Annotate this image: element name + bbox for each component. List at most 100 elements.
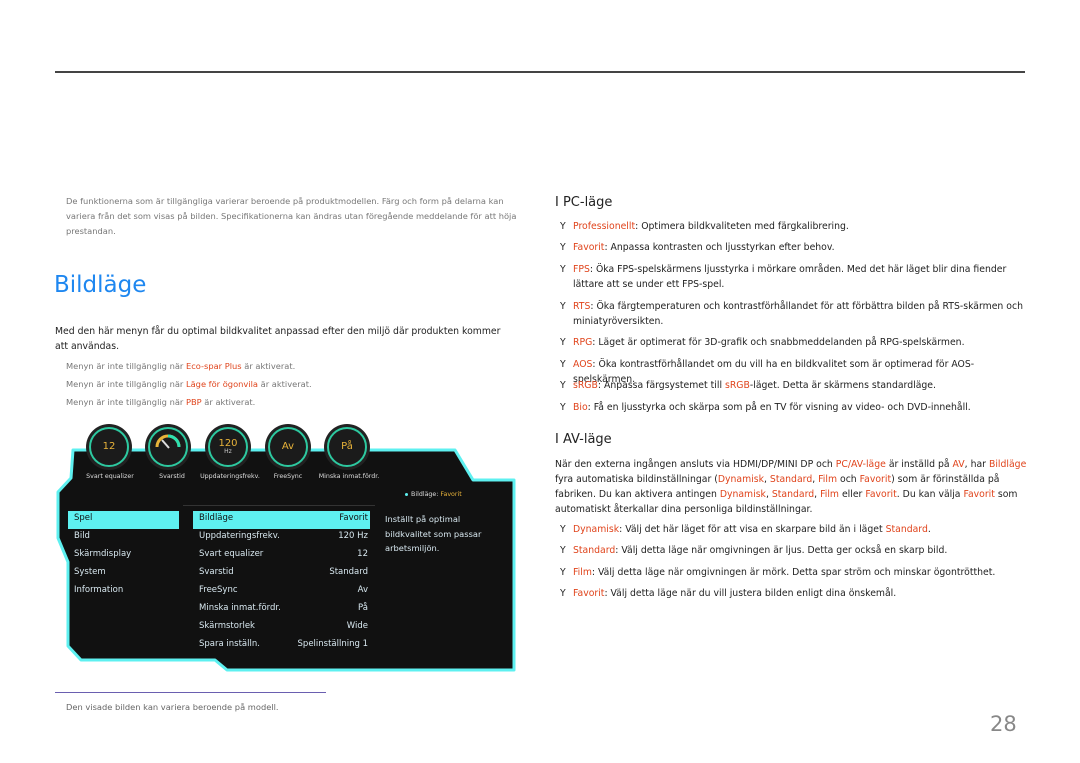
osd-setting-row: Skärmstorlek Wide [193,619,370,637]
status-value: Favorit [440,491,462,498]
text-segment: : Välj det här läget för att visa en ska… [619,524,886,535]
text-segment: : Öka FPS-spelskärmens ljusstyrka i mörk… [573,264,1007,290]
osd-menu-item-information: Information [74,585,124,595]
text-segment: Menyn är inte tillgänglig när [66,379,186,389]
note: Menyn är inte tillgänglig när PBP är akt… [66,395,312,413]
osd-setting-row: Spara inställn. Spelinställning 1 [193,637,370,655]
highlight-term: AV [952,459,965,470]
osd-settings-list: Bildläge Favorit Uppdateringsfrekv. 120 Hz S… [193,511,370,655]
list-item: Y RTS: Öka färgtemperaturen och kontrastf… [560,299,1030,329]
highlight-term: Eco-spar Plus [185,361,242,371]
highlight-term: Bildläge [988,459,1027,470]
text-segment: : Få en ljusstyrka och skärpa som på en … [587,402,971,413]
text-segment: : Välj detta läge när omgivningen är lju… [615,545,948,556]
setting-value: Favorit [339,513,368,523]
bullet-icon: Y [560,301,566,312]
osd-left-menu: Spel Bild Skärmdisplay System Informatio… [68,511,179,601]
osd-status: Bildläge: Favorit [405,491,462,498]
list-item: Y Favorit: Anpassa kontrasten och ljussty… [560,240,1030,255]
list-item-text: Bio: Få en ljusstyrka och skärpa som på … [573,400,1030,415]
gauge-freesync: Av [268,427,308,467]
setting-value: Standard [329,567,368,577]
highlight-term: FPS [573,264,590,275]
list-item: Y Dynamisk: Välj det här läget för att vi… [560,522,1030,537]
list-item: Y Standard: Välj detta läge när omgivning… [560,543,1030,558]
highlight-term: Läge för ögonvila [185,379,259,389]
text-segment: : Anpassa kontrasten och ljusstyrkan eft… [604,242,835,253]
text-segment: . Du kan välja [896,489,964,500]
gauge-svarstid [148,427,188,467]
text-segment: . [927,524,931,535]
highlight-term: Standard [771,489,815,500]
pc-mode-heading: I PC-läge [555,195,613,210]
setting-value: 12 [357,549,368,559]
av-mode-paragraph: När den externa ingången ansluts via HDM… [555,457,1030,517]
bullet-icon: Y [560,545,566,556]
list-item-text: Favorit: Anpassa kontrasten och ljusstyr… [573,240,1030,255]
intro-text: Med den här menyn får du optimal bildkva… [55,326,501,352]
bullet-icon: Y [560,221,566,232]
setting-label: Svarstid [199,567,234,577]
bullet-icon: Y [560,588,566,599]
highlight-term: sRGB [573,380,598,391]
osd-setting-row: Minska inmat.fördr. På [193,601,370,619]
list-item: Y RPG: Läget är optimerat för 3D-grafik o… [560,335,1030,350]
list-item-text: Dynamisk: Välj det här läget för att vis… [573,522,1030,537]
list-item-text: Standard: Välj detta läge när omgivninge… [573,543,1030,558]
setting-label: Svart equalizer [199,549,264,559]
text-segment: : Läget är optimerat för 3D-grafik och s… [592,337,965,348]
gauge-value: Av [281,441,295,452]
highlight-term: RTS [573,301,591,312]
list-item: Y Favorit: Välj detta läge när du vill ju… [560,586,1030,601]
highlight-term: Favorit [573,242,605,253]
text-segment: : Öka färgtemperaturen och kontrastförhå… [573,301,1023,327]
osd-menu-item-spel: Spel [68,511,179,529]
osd-menu-item-bild: Bild [74,531,90,541]
gauge-value: 12 [102,441,116,452]
osd-setting-row: Bildläge Favorit [193,511,370,529]
list-item-text: RTS: Öka färgtemperaturen och kontrastfö… [573,299,1030,329]
highlight-term: Professionellt [573,221,636,232]
text-segment: Menyn är inte tillgänglig när [66,397,186,407]
setting-value: Wide [346,621,368,631]
top-rule [55,71,1025,73]
text-segment: -läget. Detta är skärmens standardläge. [749,380,936,391]
bullet-icon: Y [560,524,566,535]
highlight-term: Bio [573,402,588,413]
list-item: Y Professionellt: Optimera bildkvaliteten… [560,219,1030,234]
gauge-value: På [341,441,353,452]
gauge-label: Svart equalizer [86,473,134,480]
list-item-text: sRGB: Anpassa färgsystemet till sRGB-läg… [573,378,1030,393]
highlight-term: Standard [573,545,616,556]
speed-dial-icon [155,434,181,449]
list-item: Y Bio: Få en ljusstyrka och skärpa som på… [560,400,1030,415]
setting-value: Spelinställning 1 [297,639,368,649]
setting-value: På [358,603,368,613]
status-dot-icon [405,492,408,496]
highlight-term: sRGB [724,380,750,391]
bullet-icon: Y [560,567,566,578]
bullet-icon: Y [560,402,566,413]
note: Menyn är inte tillgänglig när Läge för ö… [66,377,312,395]
gauge-label: Svarstid [159,473,185,480]
osd-description: Inställt på optimal bildkvalitet som pas… [385,514,482,553]
footnote: Den visade bilden kan variera beroende p… [66,702,279,712]
list-item: YsRGB: Anpassa färgsystemet till sRGB-lä… [560,378,1030,393]
availability-note: De funktionerna som är tillgängliga vari… [66,196,517,236]
text-segment: : Optimera bildkvaliteten med färgkalibr… [635,221,849,232]
gauge-label: FreeSync [273,473,303,480]
restriction-notes: Menyn är inte tillgänglig när Eco-spar P… [66,359,312,413]
highlight-term: Favorit [865,489,897,500]
note: Menyn är inte tillgänglig när Eco-spar P… [66,359,312,377]
highlight-term: Favorit [573,588,605,599]
av-mode-heading: I AV-läge [555,432,612,447]
osd-menu-item-skarmdisplay: Skärmdisplay [74,549,132,559]
osd-menu-image: 12 120 Hz Av På Svart equalizer Svarstid … [55,420,517,674]
bullet-icon: Y [560,242,566,253]
gauge-label: Uppdateringsfrekv. [200,473,260,480]
setting-label: Spara inställn. [199,639,260,649]
highlight-term: Favorit [859,474,892,485]
highlight-term: Favorit [963,489,995,500]
text-segment: eller [838,489,866,500]
osd-setting-row: Uppdateringsfrekv. 120 Hz [193,529,370,547]
